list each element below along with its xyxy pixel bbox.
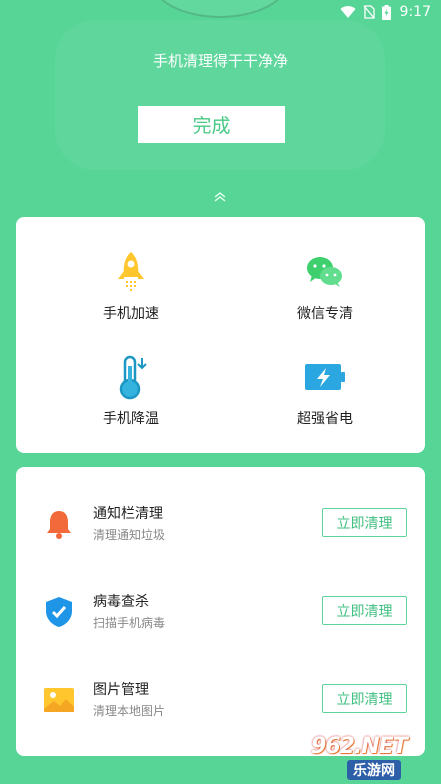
task-title: 通知栏清理 [93,506,163,522]
thermometer-icon [119,355,147,400]
watermark-logo: 962.NET 乐游网 [307,734,435,780]
tasks-card: 通知栏清理 清理通知垃圾 立即清理 病毒查杀 扫描手机病毒 立即清理 图片管理 … [16,467,425,756]
task-row-notification: 通知栏清理 清理通知垃圾 立即清理 [16,495,425,555]
bell-icon [47,511,71,539]
features-card: 手机加速 微信专清 手机降温 超强省电 [16,217,425,453]
clean-now-button[interactable]: 立即清理 [322,684,407,713]
task-subtitle: 扫描手机病毒 [93,616,166,630]
feature-label: 手机加速 [103,306,159,322]
no-sim-icon [363,5,375,19]
image-icon [44,688,74,712]
task-row-image-manage: 图片管理 清理本地图片 立即清理 [16,671,425,731]
rocket-icon [118,252,144,291]
battery-charging-icon [381,4,391,20]
task-subtitle: 清理通知垃圾 [93,528,166,542]
feature-label: 手机降温 [103,411,159,427]
double-chevron-up-icon[interactable] [212,191,228,207]
headline: 手机清理得干干净净 [152,52,288,70]
wifi-icon [340,6,356,19]
watermark-top: 962.NET [311,734,408,759]
battery-bolt-icon [305,364,345,390]
done-button[interactable]: 完成 [138,106,285,143]
clock: 9:17 [399,4,431,20]
feature-phone-cooling[interactable]: 手机降温 [56,354,206,428]
feature-wechat-clean[interactable]: 微信专清 [250,249,400,323]
header-glow [55,20,385,170]
wechat-icon [307,257,342,287]
task-subtitle: 清理本地图片 [93,704,166,718]
task-title: 图片管理 [93,682,149,698]
feature-phone-boost[interactable]: 手机加速 [56,249,206,323]
shield-check-icon [46,597,72,627]
feature-power-saving[interactable]: 超强省电 [250,354,400,428]
status-bar: 9:17 [0,0,441,24]
clean-now-button[interactable]: 立即清理 [322,508,407,537]
feature-label: 微信专清 [297,306,353,322]
task-row-virus-scan: 病毒查杀 扫描手机病毒 立即清理 [16,583,425,643]
watermark-bottom: 乐游网 [347,760,401,780]
task-title: 病毒查杀 [93,594,149,610]
feature-label: 超强省电 [297,411,353,427]
clean-now-button[interactable]: 立即清理 [322,596,407,625]
